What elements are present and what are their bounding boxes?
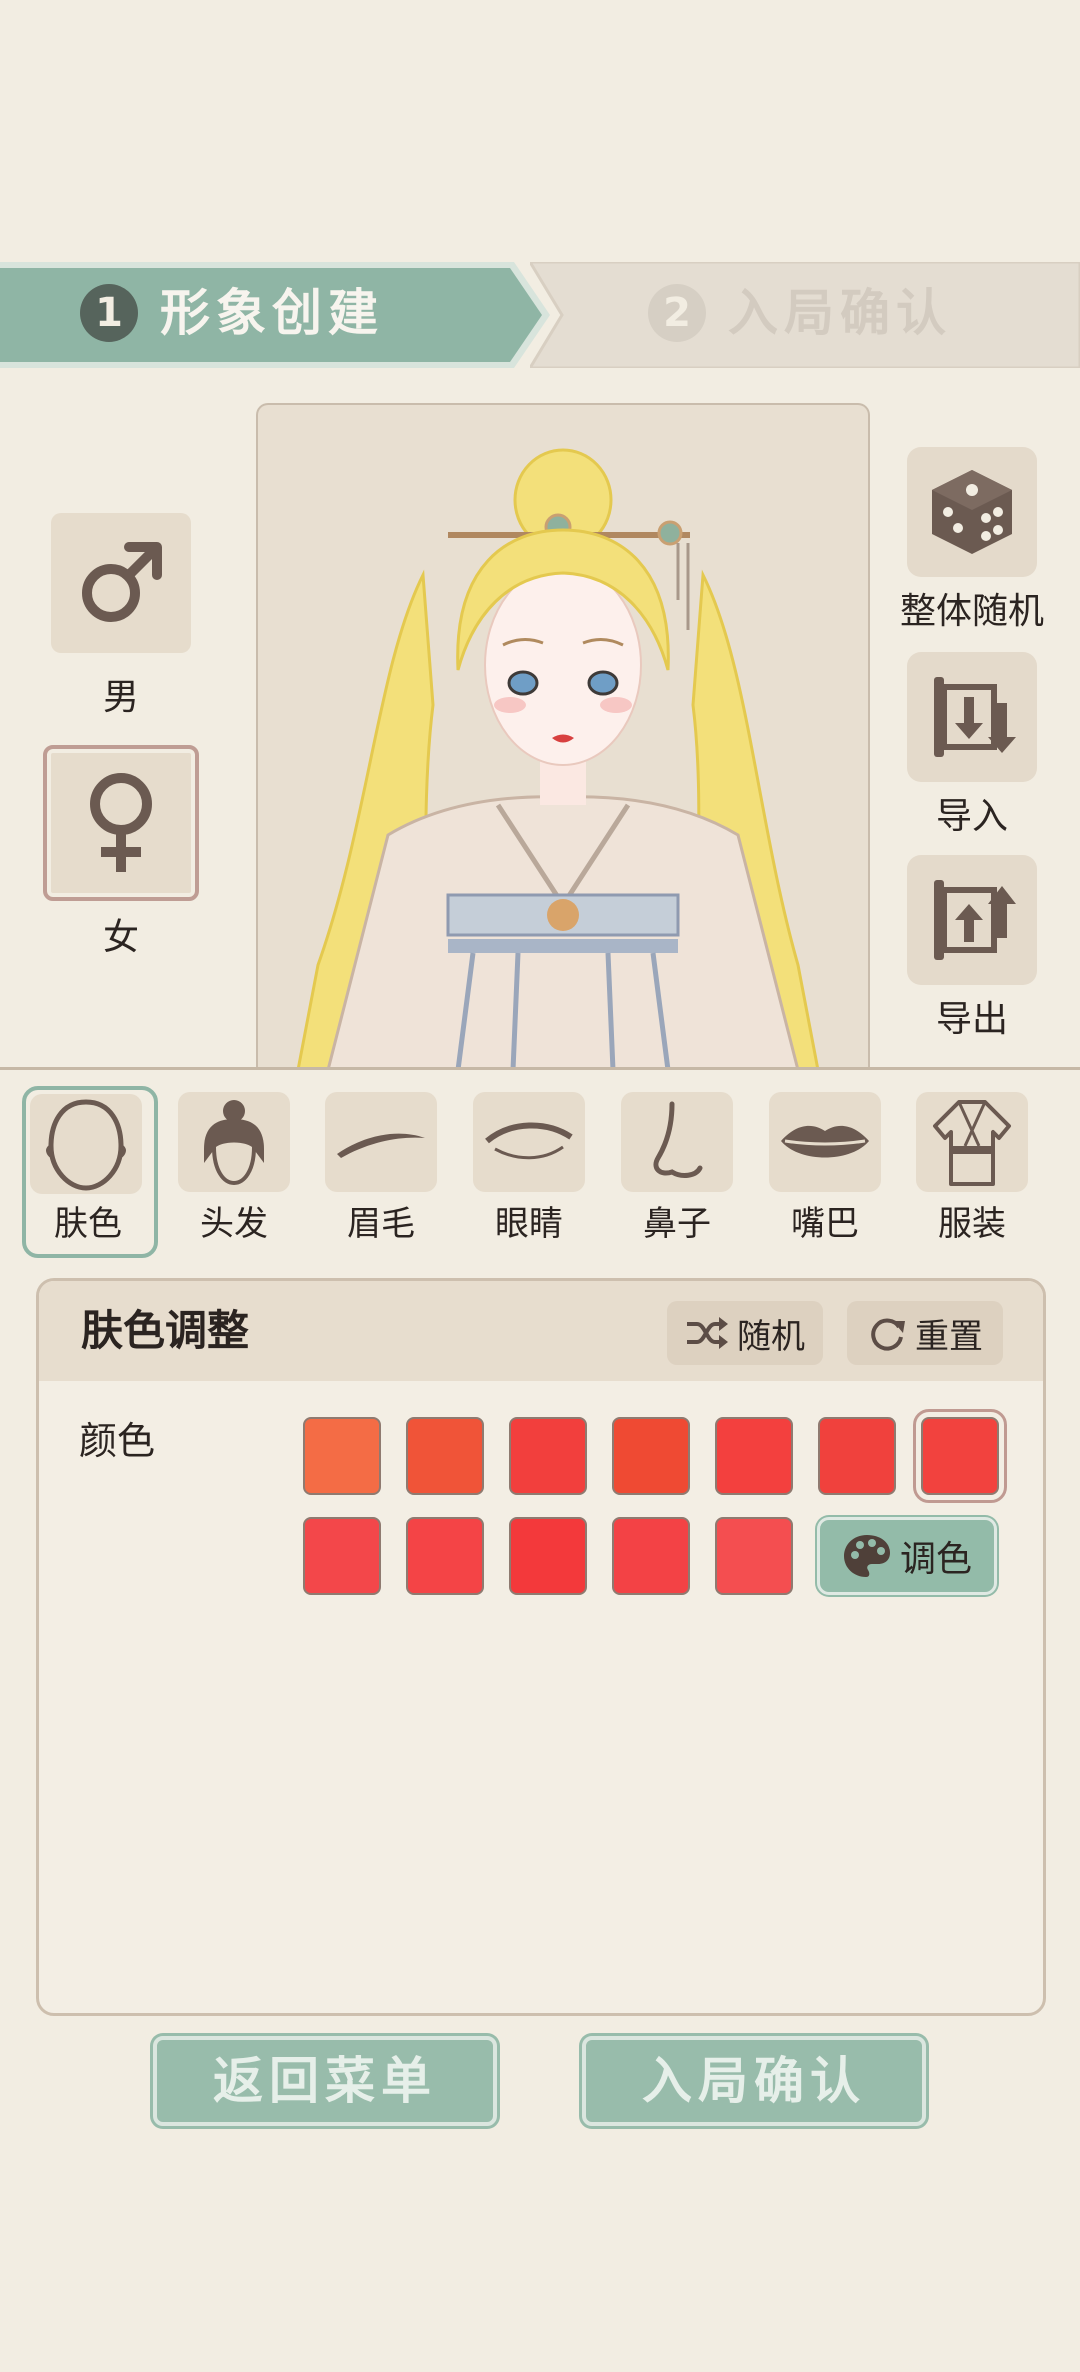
step-1-label: 形象创建 (160, 283, 384, 342)
color-swatch[interactable] (913, 1409, 1007, 1503)
male-label: 男 (102, 677, 139, 718)
category-skin-tone[interactable]: 肤色 (22, 1086, 158, 1258)
step-progress-bar: 2 入局确认 1 形象创建 (0, 262, 1080, 368)
export-button[interactable] (907, 855, 1037, 985)
male-button[interactable] (51, 513, 191, 653)
hair-bun-icon (178, 1092, 290, 1192)
import-label: 导入 (935, 796, 1008, 837)
category-label: 眼睛 (495, 1204, 563, 1244)
color-swatch[interactable] (406, 1517, 484, 1595)
color-swatch[interactable] (612, 1417, 690, 1495)
color-swatch[interactable] (612, 1517, 690, 1595)
color-swatch[interactable] (406, 1417, 484, 1495)
color-label: 颜色 (79, 1419, 156, 1463)
palette-icon (843, 1535, 890, 1577)
panel-title: 肤色调整 (81, 1306, 250, 1355)
color-swatch[interactable] (715, 1417, 793, 1495)
male-symbol-icon (82, 542, 162, 622)
shuffle-icon (687, 1317, 728, 1349)
reset-button-label: 重置 (915, 1316, 983, 1357)
step-2-label: 入局确认 (728, 283, 952, 342)
category-eyebrows[interactable]: 眉毛 (319, 1086, 443, 1256)
character-illustration (296, 448, 820, 1070)
color-swatch[interactable] (818, 1417, 896, 1495)
female-symbol-icon (90, 773, 152, 872)
step-1-number: 1 (80, 284, 138, 342)
female-button[interactable] (43, 745, 199, 901)
nose-icon (621, 1092, 733, 1192)
step-2-tab: 2 入局确认 (530, 262, 1080, 368)
character-preview (256, 403, 870, 1070)
skin-tone-panel: 肤色调整 随机 重置 颜色 调色 (36, 1278, 1046, 2016)
palette-button[interactable]: 调色 (817, 1517, 997, 1595)
color-swatch[interactable] (715, 1517, 793, 1595)
category-eyes[interactable]: 眼睛 (467, 1086, 591, 1256)
random-button[interactable]: 随机 (667, 1301, 823, 1365)
export-label: 导出 (935, 999, 1008, 1040)
random-all-label: 整体随机 (899, 591, 1044, 632)
random-button-label: 随机 (737, 1316, 805, 1357)
step-1-tab: 1 形象创建 (0, 262, 552, 368)
eye-icon (473, 1092, 585, 1192)
divider (0, 1067, 1080, 1070)
scroll-import-icon (934, 677, 1016, 757)
category-label: 嘴巴 (791, 1204, 859, 1244)
eyebrow-icon (325, 1092, 437, 1192)
confirm-entry-button[interactable]: 入局确认 (582, 2036, 926, 2126)
category-hair[interactable]: 头发 (172, 1086, 296, 1256)
back-to-menu-button[interactable]: 返回菜单 (153, 2036, 497, 2126)
import-button[interactable] (907, 652, 1037, 782)
scroll-export-icon (934, 880, 1016, 960)
color-swatch[interactable] (509, 1517, 587, 1595)
lips-icon (769, 1092, 881, 1192)
color-swatch[interactable] (303, 1417, 381, 1495)
step-2-number: 2 (648, 284, 706, 342)
color-swatch[interactable] (509, 1417, 587, 1495)
random-all-button[interactable] (907, 447, 1037, 577)
category-label: 肤色 (54, 1204, 122, 1244)
category-nose[interactable]: 鼻子 (615, 1086, 739, 1256)
category-label: 鼻子 (643, 1204, 711, 1244)
color-swatch[interactable] (303, 1517, 381, 1595)
robe-icon (916, 1092, 1028, 1192)
palette-button-label: 调色 (899, 1539, 972, 1580)
reset-button[interactable]: 重置 (847, 1301, 1003, 1365)
category-mouth[interactable]: 嘴巴 (763, 1086, 887, 1256)
dice-icon (932, 470, 1012, 554)
category-clothing[interactable]: 服装 (910, 1086, 1034, 1256)
female-label: 女 (102, 917, 139, 958)
face-outline-icon (30, 1094, 142, 1194)
category-label: 头发 (200, 1204, 268, 1244)
category-label: 服装 (938, 1204, 1006, 1244)
refresh-icon (871, 1318, 905, 1351)
category-label: 眉毛 (347, 1204, 415, 1244)
